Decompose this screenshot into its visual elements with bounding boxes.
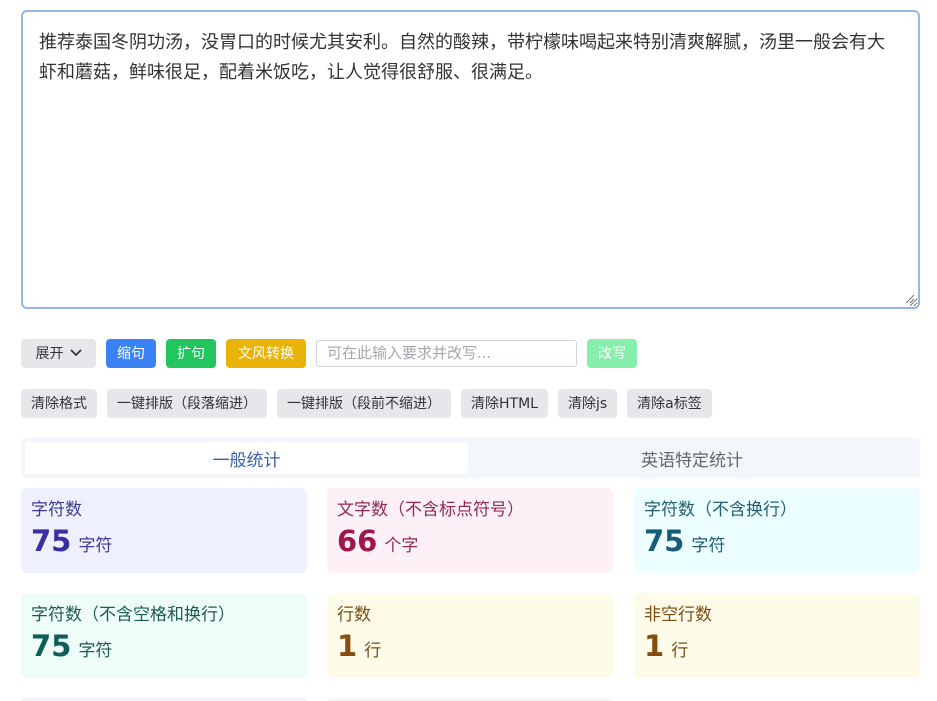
stat-label: 文字数（不含标点符号） <box>337 500 524 520</box>
format-toolbar: 清除格式 一键排版（段落缩进） 一键排版（段前不缩进） 清除HTML 清除js … <box>21 388 722 418</box>
stat-value: 75 <box>31 629 72 663</box>
style-convert-button[interactable]: 文风转换 <box>226 338 306 368</box>
stat-value: 75 <box>31 524 72 558</box>
expand-label: 展开 <box>35 346 64 362</box>
stat-card-nonempty-line-count: 非空行数 1 行 <box>634 593 920 678</box>
stat-unit: 个字 <box>384 536 419 556</box>
stat-label: 行数 <box>337 605 371 625</box>
rewrite-button[interactable]: 改写 <box>587 338 637 368</box>
clear-js-button[interactable]: 清除js <box>557 388 618 418</box>
stat-unit: 行 <box>671 641 689 661</box>
tab-english-stats[interactable]: 英语特定统计 <box>468 442 916 474</box>
stat-card-char-no-newline: 字符数（不含换行） 75 字符 <box>634 488 920 573</box>
stat-unit: 字符 <box>78 641 113 661</box>
layout-no-indent-button[interactable]: 一键排版（段前不缩进） <box>277 388 451 418</box>
stat-label: 字符数 <box>31 500 82 520</box>
stat-unit: 字符 <box>691 536 726 556</box>
stat-value: 1 <box>644 629 665 663</box>
text-editor[interactable]: 推荐泰国冬阴功汤，没胃口的时候尤其安利。自然的酸辣，带柠檬味喝起来特别清爽解腻，… <box>21 10 920 309</box>
clear-a-tag-button[interactable]: 清除a标签 <box>627 388 712 418</box>
page: 推荐泰国冬阴功汤，没胃口的时候尤其安利。自然的酸辣，带柠檬味喝起来特别清爽解腻，… <box>0 0 937 701</box>
stat-value: 1 <box>337 629 358 663</box>
stat-unit: 字符 <box>78 536 113 556</box>
stat-card-line-count: 行数 1 行 <box>327 593 613 678</box>
stat-label: 字符数（不含换行） <box>644 500 797 520</box>
stat-value: 75 <box>644 524 685 558</box>
stat-card-word-count: 文字数（不含标点符号） 66 个字 <box>327 488 613 573</box>
tab-general-stats[interactable]: 一般统计 <box>25 442 468 474</box>
expand-sentence-button[interactable]: 扩句 <box>166 338 216 368</box>
stat-label: 非空行数 <box>644 605 712 625</box>
stat-value: 66 <box>337 524 378 558</box>
resize-grip-icon[interactable] <box>906 295 914 303</box>
action-toolbar: 展开 缩句 扩句 文风转换 改写 <box>21 338 637 368</box>
clear-format-button[interactable]: 清除格式 <box>21 388 97 418</box>
layout-indent-button[interactable]: 一键排版（段落缩进） <box>107 388 267 418</box>
stat-unit: 行 <box>364 641 382 661</box>
expand-dropdown-button[interactable]: 展开 <box>21 338 96 368</box>
shorten-button[interactable]: 缩句 <box>106 338 156 368</box>
stat-card-char-no-space-newline: 字符数（不含空格和换行） 75 字符 <box>21 593 307 678</box>
stat-card-char-count: 字符数 75 字符 <box>21 488 307 573</box>
chevron-down-icon <box>69 346 82 360</box>
rewrite-requirement-input[interactable] <box>316 339 577 367</box>
stats-tabs: 一般统计 英语特定统计 <box>21 438 920 478</box>
stat-label: 字符数（不含空格和换行） <box>31 605 235 625</box>
clear-html-button[interactable]: 清除HTML <box>461 388 548 418</box>
